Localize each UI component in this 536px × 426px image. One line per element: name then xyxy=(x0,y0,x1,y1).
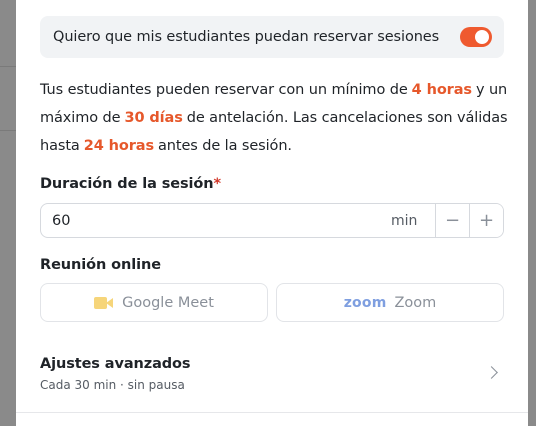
zoom-logo: zoom xyxy=(343,294,387,311)
min-notice-value[interactable]: 4 horas xyxy=(412,82,472,98)
duration-input[interactable] xyxy=(41,204,391,237)
booking-toggle-label: Quiero que mis estudiantes puedan reserv… xyxy=(53,29,440,45)
online-meeting-label: Reunión online xyxy=(40,257,161,273)
duration-unit: min xyxy=(391,212,418,229)
booking-toggle-switch[interactable] xyxy=(460,27,492,47)
max-advance-value[interactable]: 30 días xyxy=(124,110,182,126)
duration-label-text: Duración de la sesión xyxy=(40,176,214,192)
booking-toggle-row[interactable]: Quiero que mis estudiantes puedan reserv… xyxy=(40,16,504,58)
policy-text-4: antes de la sesión. xyxy=(157,138,292,154)
duration-label: Duración de la sesión* xyxy=(40,176,221,192)
google-meet-label: Google Meet xyxy=(122,294,214,311)
toggle-knob xyxy=(475,30,489,44)
google-meet-option[interactable]: Google Meet xyxy=(40,283,268,322)
panel-divider xyxy=(16,412,528,413)
policy-text-1: Tus estudiantes pueden reservar con un m… xyxy=(40,82,408,98)
advanced-settings-title: Ajustes avanzados xyxy=(40,356,191,372)
required-mark: * xyxy=(213,176,222,192)
zoom-option[interactable]: zoom Zoom xyxy=(276,283,504,322)
advanced-settings-subtitle: Cada 30 min · sin pausa xyxy=(40,378,185,392)
cancel-limit-value[interactable]: 24 horas xyxy=(84,138,154,154)
zoom-label: Zoom xyxy=(394,294,437,311)
decrement-button[interactable]: − xyxy=(435,204,469,237)
google-meet-icon xyxy=(94,296,114,310)
booking-policy-text: Tus estudiantes pueden reservar con un m… xyxy=(40,76,510,160)
duration-stepper: min − + xyxy=(40,203,504,238)
increment-button[interactable]: + xyxy=(469,204,503,237)
advanced-settings-row[interactable]: Ajustes avanzados Cada 30 min · sin paus… xyxy=(40,356,504,398)
booking-settings-panel: Quiero que mis estudiantes puedan reserv… xyxy=(16,0,528,426)
